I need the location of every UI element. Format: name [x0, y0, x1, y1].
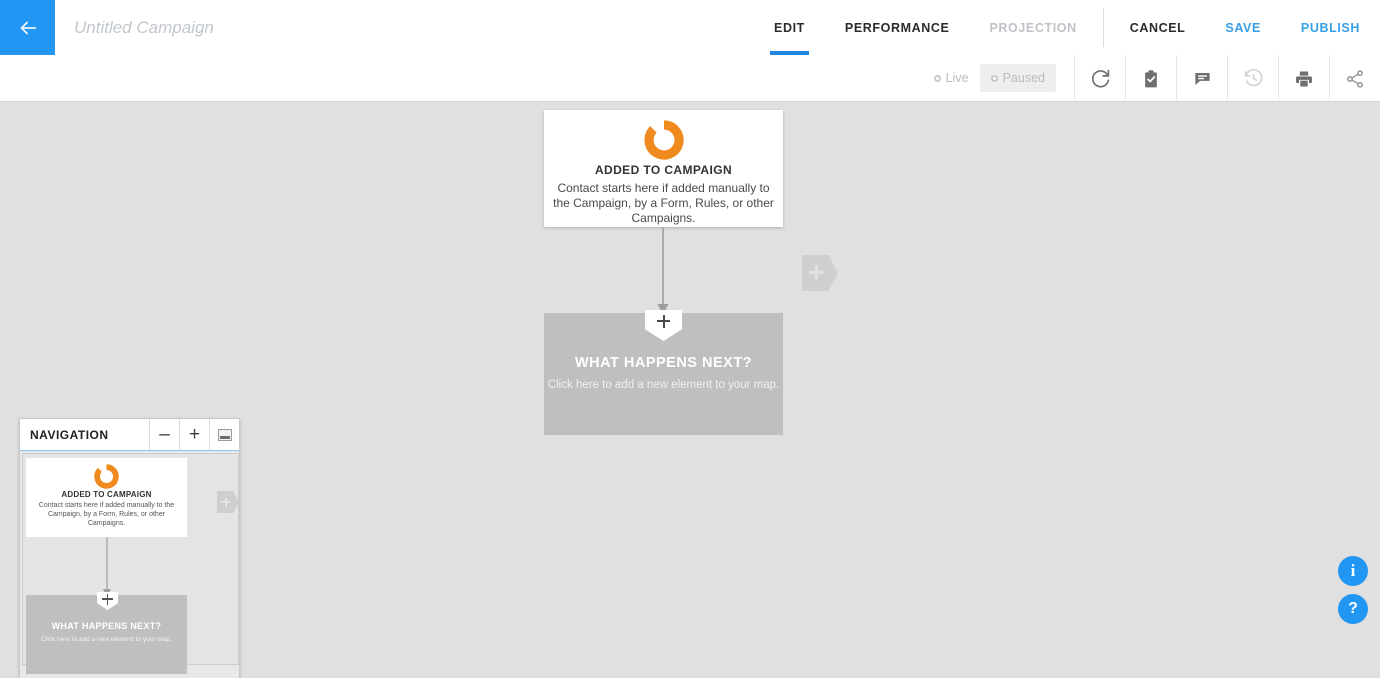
navigation-panel[interactable]: NAVIGATION – + ADDED TO CAMPAIGN Contact… [19, 418, 240, 678]
tab-edit[interactable]: EDIT [754, 0, 825, 55]
node-description: Contact starts here if added manually to… [553, 181, 774, 225]
help-button[interactable]: ? [1338, 594, 1368, 624]
note-icon [1193, 69, 1212, 88]
plus-icon [657, 315, 670, 328]
help-icon: ? [1348, 600, 1358, 617]
status-toggle: Live Paused [922, 64, 1056, 92]
minimize-icon [217, 428, 232, 441]
tab-projection: PROJECTION [989, 20, 1077, 35]
tab-performance[interactable]: PERFORMANCE [825, 0, 970, 55]
status-live-option[interactable]: Live [922, 64, 980, 92]
navigation-header: NAVIGATION – + [20, 419, 239, 451]
notes-button[interactable] [1176, 55, 1227, 102]
navigation-minimap[interactable]: ADDED TO CAMPAIGN Contact starts here if… [20, 451, 239, 678]
zoom-in-button[interactable]: + [179, 419, 209, 450]
campaign-canvas[interactable]: ADDED TO CAMPAIGN Contact starts here if… [0, 102, 1380, 678]
save-button[interactable]: SAVE [1205, 0, 1281, 55]
connector-line [655, 227, 671, 317]
header-divider [1102, 8, 1104, 47]
cancel-button[interactable]: CANCEL [1110, 0, 1206, 55]
minimap-add-branch-button [217, 491, 239, 513]
info-button[interactable]: i [1338, 556, 1368, 586]
print-icon [1294, 69, 1314, 89]
node-description: Click here to add a new element to your … [547, 379, 780, 391]
share-button[interactable] [1329, 55, 1380, 102]
status-dot-icon [990, 74, 998, 82]
zoom-out-button[interactable]: – [149, 419, 179, 450]
minimap-node-added-to-campaign: ADDED TO CAMPAIGN Contact starts here if… [26, 458, 187, 537]
added-to-campaign-icon [26, 462, 187, 490]
node-title: WHAT HAPPENS NEXT? [574, 355, 753, 371]
tasks-button[interactable] [1125, 55, 1176, 102]
refresh-icon [1090, 68, 1111, 89]
clipboard-check-icon [1141, 69, 1161, 89]
node-added-to-campaign[interactable]: ADDED TO CAMPAIGN Contact starts here if… [544, 110, 783, 227]
canvas-toolbar: Live Paused [922, 55, 1380, 102]
refresh-button[interactable] [1074, 55, 1125, 102]
status-paused-label: Paused [1002, 71, 1045, 85]
added-to-campaign-icon [544, 118, 783, 162]
publish-button[interactable]: PUBLISH [1281, 0, 1380, 55]
status-live-label: Live [945, 71, 969, 85]
top-bar: EDIT PERFORMANCE PROJECTION CANCEL SAVE … [0, 0, 1380, 102]
minimap-node-title: WHAT HAPPENS NEXT? [51, 621, 162, 631]
status-paused-option[interactable]: Paused [979, 64, 1056, 92]
history-button [1227, 55, 1278, 102]
minimap-connector-line [101, 537, 113, 599]
header-tabs: EDIT PERFORMANCE PROJECTION CANCEL SAVE … [754, 0, 1380, 55]
minimap-viewport[interactable]: ADDED TO CAMPAIGN Contact starts here if… [22, 453, 239, 674]
print-button[interactable] [1278, 55, 1329, 102]
minimize-panel-button[interactable] [209, 419, 239, 450]
add-branch-button[interactable] [802, 255, 838, 291]
minimap-node-title: ADDED TO CAMPAIGN [61, 490, 152, 499]
back-button[interactable] [0, 0, 55, 55]
plus-icon: + [188, 424, 201, 445]
arrow-left-icon [17, 17, 39, 39]
status-dot-icon [933, 74, 941, 82]
history-clock-icon [1243, 68, 1264, 89]
info-icon: i [1350, 561, 1356, 580]
minus-icon: – [159, 424, 170, 445]
share-icon [1345, 69, 1365, 89]
campaign-title-input[interactable] [70, 12, 392, 44]
node-title: ADDED TO CAMPAIGN [594, 163, 733, 177]
navigation-title: NAVIGATION [30, 427, 109, 442]
minimap-node-description: Contact starts here if added manually to… [38, 502, 175, 527]
minimap-node-description: Click here to add a new element to your … [41, 636, 172, 643]
